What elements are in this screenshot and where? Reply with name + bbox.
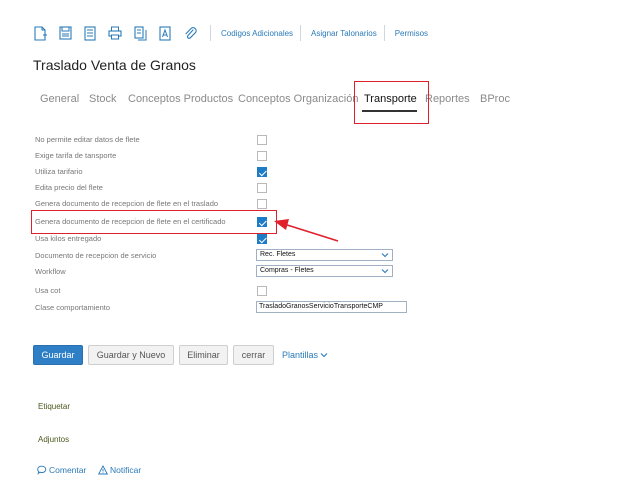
attachments-section[interactable]: Adjuntos	[38, 435, 69, 444]
comment-label: Comentar	[49, 465, 87, 475]
annotation-arrow	[274, 219, 339, 242]
templates-label: Plantillas	[282, 350, 319, 360]
delete-button[interactable]: Eliminar	[179, 345, 228, 365]
comment-link[interactable]: Comentar	[37, 465, 86, 475]
close-button[interactable]: cerrar	[233, 345, 274, 365]
save-and-new-button[interactable]: Guardar y Nuevo	[88, 345, 174, 365]
tags-section[interactable]: Etiquetar	[38, 402, 70, 411]
chevron-down-icon	[320, 353, 328, 358]
save-button[interactable]: Guardar	[33, 345, 83, 365]
warning-icon	[98, 465, 108, 475]
notify-label: Notificar	[110, 465, 142, 475]
notify-link[interactable]: Notificar	[98, 465, 141, 475]
templates-dropdown[interactable]: Plantillas	[282, 350, 328, 360]
comment-icon	[37, 465, 47, 475]
